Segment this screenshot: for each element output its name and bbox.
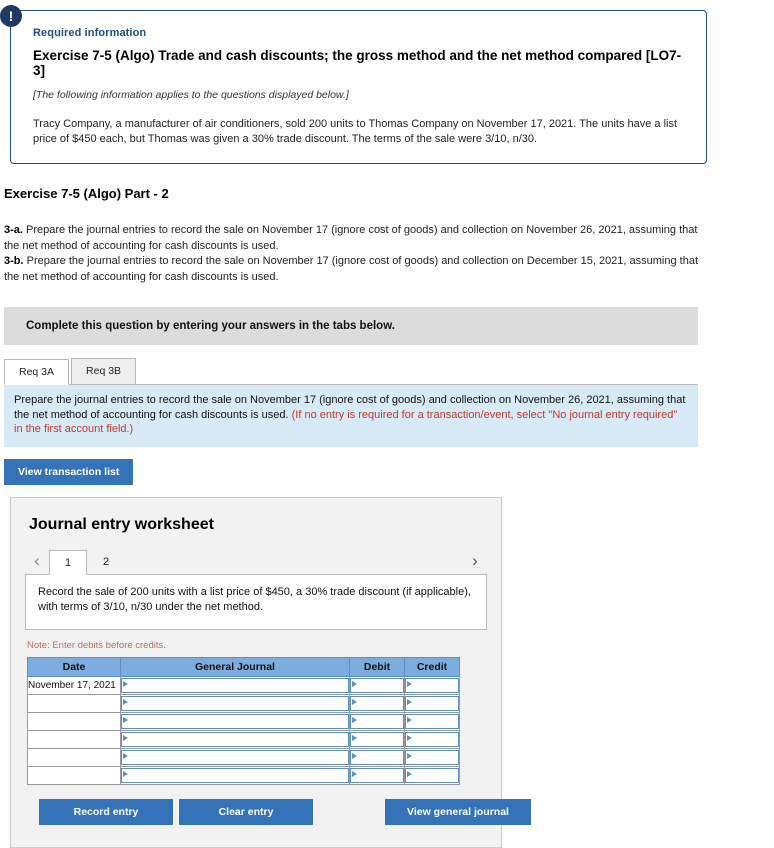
clear-entry-button[interactable]: Clear entry (179, 798, 313, 825)
date-cell[interactable] (27, 747, 121, 767)
tab-req-3b[interactable]: Req 3B (71, 358, 137, 384)
credit-cell[interactable] (404, 693, 460, 713)
requirement-text-a: Prepare the journal entries to record th… (4, 224, 698, 252)
credit-cell[interactable] (404, 675, 460, 695)
debit-cell[interactable] (349, 693, 405, 713)
general-journal-cell[interactable] (120, 747, 350, 767)
credit-input[interactable] (405, 749, 459, 765)
credit-input[interactable] (405, 695, 459, 711)
debit-cell[interactable] (349, 675, 405, 695)
instruction-banner: Complete this question by entering your … (4, 307, 698, 345)
worksheet-page-1[interactable]: 1 (49, 549, 87, 575)
date-cell[interactable]: November 17, 2021 (27, 675, 121, 695)
account-select[interactable] (121, 767, 349, 783)
debit-input[interactable] (350, 749, 404, 765)
date-cell[interactable] (27, 693, 121, 713)
req-tab-bar: Req 3A Req 3B (4, 357, 774, 385)
view-transaction-list-button[interactable]: View transaction list (4, 458, 134, 485)
general-journal-cell[interactable] (120, 729, 350, 749)
table-row (27, 747, 460, 767)
general-journal-cell[interactable] (120, 765, 350, 785)
exercise-title: Exercise 7-5 (Algo) Trade and cash disco… (33, 48, 682, 78)
credit-cell[interactable] (404, 729, 460, 749)
credit-input[interactable] (405, 731, 459, 747)
worksheet-pager: ‹ 1 2 › (25, 548, 487, 575)
table-header-row: Date General Journal Debit Credit (27, 656, 460, 677)
chevron-right-icon[interactable]: › (463, 551, 487, 574)
table-row (27, 765, 460, 785)
debit-input[interactable] (350, 713, 404, 729)
view-general-journal-button[interactable]: View general journal (385, 798, 531, 825)
required-information-label: Required information (33, 27, 147, 39)
table-row (27, 693, 460, 713)
chevron-left-icon[interactable]: ‹ (25, 551, 49, 574)
requirement-instruction-box: Prepare the journal entries to record th… (4, 384, 698, 447)
credit-input[interactable] (405, 713, 459, 729)
column-header-general-journal: General Journal (120, 656, 350, 677)
general-journal-cell[interactable] (120, 711, 350, 731)
requirement-item-a: 3-a. Prepare the journal entries to reco… (4, 223, 704, 254)
required-information-panel: ! Required information Exercise 7-5 (Alg… (0, 5, 707, 164)
requirements-list: 3-a. Prepare the journal entries to reco… (4, 223, 704, 285)
credit-cell[interactable] (404, 765, 460, 785)
journal-table-body: November 17, 2021 (27, 675, 460, 785)
debit-input[interactable] (350, 767, 404, 783)
table-row (27, 729, 460, 749)
account-select[interactable] (121, 677, 349, 693)
scenario-text: Tracy Company, a manufacturer of air con… (33, 118, 678, 145)
exclamation-icon: ! (0, 5, 22, 27)
worksheet-description: Record the sale of 200 units with a list… (25, 573, 487, 630)
requirement-label-a: 3-a. (4, 224, 23, 236)
worksheet-button-row: Record entry Clear entry View general jo… (27, 798, 531, 829)
page-title: Exercise 7-5 (Algo) Part - 2 (4, 186, 169, 201)
record-entry-button[interactable]: Record entry (39, 798, 173, 825)
account-select[interactable] (121, 731, 349, 747)
credit-cell[interactable] (404, 747, 460, 767)
debit-cell[interactable] (349, 711, 405, 731)
worksheet-title: Journal entry worksheet (29, 515, 214, 533)
credit-cell[interactable] (404, 711, 460, 731)
column-header-debit: Debit (349, 656, 405, 677)
column-header-credit: Credit (404, 656, 460, 677)
requirement-label-b: 3-b. (4, 255, 24, 267)
date-cell[interactable] (27, 711, 121, 731)
debit-cell[interactable] (349, 729, 405, 749)
table-row (27, 711, 460, 731)
account-select[interactable] (121, 695, 349, 711)
debit-input[interactable] (350, 731, 404, 747)
general-journal-cell[interactable] (120, 675, 350, 695)
general-journal-cell[interactable] (120, 693, 350, 713)
account-select[interactable] (121, 749, 349, 765)
credit-input[interactable] (405, 677, 459, 693)
table-row: November 17, 2021 (27, 675, 460, 695)
account-select[interactable] (121, 713, 349, 729)
debit-cell[interactable] (349, 765, 405, 785)
applies-note: [The following information applies to th… (33, 89, 349, 101)
worksheet-page-2[interactable]: 2 (87, 549, 125, 574)
debit-input[interactable] (350, 677, 404, 693)
date-cell[interactable] (27, 729, 121, 749)
requirement-item-b: 3-b. Prepare the journal entries to reco… (4, 254, 704, 285)
required-information-box: Required information Exercise 7-5 (Algo)… (10, 10, 707, 164)
date-cell[interactable] (27, 765, 121, 785)
tab-req-3a[interactable]: Req 3A (4, 359, 70, 385)
requirement-text-b: Prepare the journal entries to record th… (4, 255, 699, 283)
debit-cell[interactable] (349, 747, 405, 767)
debit-input[interactable] (350, 695, 404, 711)
debits-before-credits-note: Note: Enter debits before credits. (27, 639, 166, 651)
journal-entry-table: Date General Journal Debit Credit Novemb… (27, 656, 460, 785)
column-header-date: Date (27, 656, 121, 677)
credit-input[interactable] (405, 767, 459, 783)
